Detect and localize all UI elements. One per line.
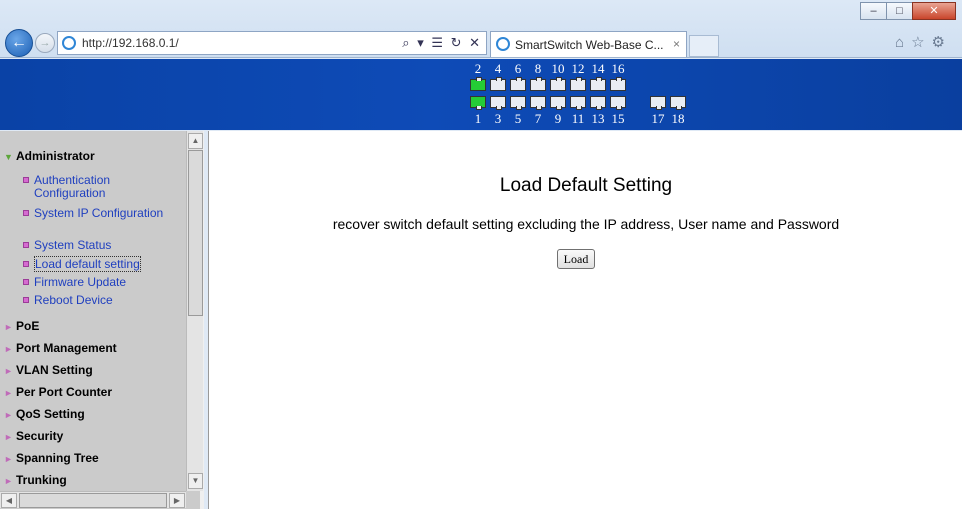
collapsed-icon: ► [4,366,13,376]
port-label-10: 10 [551,61,565,76]
port-label-4: 4 [494,61,502,76]
window-controls: – □ ✕ [860,2,956,20]
scroll-up-icon[interactable]: ▲ [188,133,203,149]
header-banner: 2 4 6 8 10 12 14 16 1 3 5 7 9 11 13 15 17 18 [0,59,962,130]
scroll-left-icon[interactable]: ◀ [1,493,17,508]
menu-security[interactable]: ► Security [4,429,63,443]
main-content: Load Default Setting recover switch defa… [208,131,962,509]
scroll-right-icon[interactable]: ▶ [169,493,185,508]
ie-icon [496,37,510,51]
sidebar: ▼ Administrator Authentication Configurat… [0,131,204,509]
browser-tab[interactable]: SmartSwitch Web-Base C... × [490,31,687,57]
load-button[interactable]: Load [557,249,595,269]
port-11[interactable] [570,96,586,110]
bullet-icon [23,177,29,183]
new-tab-button[interactable] [689,35,719,57]
port-14[interactable] [590,77,606,91]
minimize-button[interactable]: – [860,2,887,20]
back-button[interactable]: ← [5,29,33,57]
menu-item-firmware-update[interactable]: Firmware Update [23,276,179,289]
menu-item-reboot-device[interactable]: Reboot Device [23,294,179,307]
browser-chrome: – □ ✕ ← → http://192.168.0.1/ ⌕ ▾ ☰ ↻ ✕ … [0,0,962,58]
browser-toolbar-icons[interactable]: ⌂☆⚙ [895,33,952,51]
port-13[interactable] [590,96,606,110]
port-5[interactable] [510,96,526,110]
port-1[interactable] [470,96,486,110]
collapsed-icon: ► [4,410,13,420]
port-label-7: 7 [534,111,542,126]
scroll-thumb[interactable] [19,493,167,508]
port-label-17: 17 [651,111,665,126]
bullet-icon [23,210,29,216]
address-url[interactable]: http://192.168.0.1/ [82,36,179,50]
port-9[interactable] [550,96,566,110]
collapsed-icon: ► [4,454,13,464]
port-3[interactable] [490,96,506,110]
port-4[interactable] [490,77,506,91]
port-17[interactable] [650,96,666,110]
port-label-1: 1 [474,111,482,126]
menu-qos-setting[interactable]: ► QoS Setting [4,407,85,421]
ie-icon [62,36,76,50]
port-panel: 2 4 6 8 10 12 14 16 1 3 5 7 9 11 13 15 17 18 [470,61,710,127]
menu-administrator[interactable]: ▼ Administrator [4,149,95,163]
port-label-11: 11 [571,111,585,126]
collapsed-icon: ► [4,432,13,442]
bullet-icon [23,242,29,248]
menu-spanning-tree[interactable]: ► Spanning Tree [4,451,99,465]
port-6[interactable] [510,77,526,91]
collapsed-icon: ► [4,476,13,486]
port-15[interactable] [610,96,626,110]
collapsed-icon: ► [4,388,13,398]
port-label-16: 16 [611,61,625,76]
menu-item-authentication[interactable]: Authentication Configuration [23,174,179,200]
collapsed-icon: ► [4,344,13,354]
menu-port-management[interactable]: ► Port Management [4,341,117,355]
page-description: recover switch default setting excluding… [332,216,840,232]
port-label-12: 12 [571,61,585,76]
expanded-icon: ▼ [4,152,13,162]
sidebar-vertical-scrollbar[interactable]: ▲ ▼ [186,131,203,491]
port-label-13: 13 [591,111,605,126]
bullet-icon [23,261,29,267]
port-8[interactable] [530,77,546,91]
bullet-icon [23,279,29,285]
port-label-15: 15 [611,111,625,126]
sidebar-horizontal-scrollbar[interactable]: ◀ ▶ [0,491,186,508]
menu-item-system-status[interactable]: System Status [23,239,179,252]
port-label-14: 14 [591,61,605,76]
port-label-5: 5 [514,111,522,126]
forward-button[interactable]: → [35,33,55,53]
maximize-button[interactable]: □ [886,2,913,20]
menu-vlan-setting[interactable]: ► VLAN Setting [4,363,93,377]
menu-per-port-counter[interactable]: ► Per Port Counter [4,385,112,399]
bullet-icon [23,297,29,303]
port-label-2: 2 [474,61,482,76]
tab-title: SmartSwitch Web-Base C... [515,38,664,52]
port-label-18: 18 [671,111,685,126]
collapsed-icon: ► [4,322,13,332]
port-10[interactable] [550,77,566,91]
menu-item-system-ip[interactable]: System IP Configuration [23,207,179,220]
port-12[interactable] [570,77,586,91]
scroll-thumb[interactable] [188,150,203,316]
port-2[interactable] [470,77,486,91]
sidebar-menu: ▼ Administrator Authentication Configurat… [0,131,186,491]
close-window-button[interactable]: ✕ [912,2,956,20]
port-16[interactable] [610,77,626,91]
menu-poe[interactable]: ► PoE [4,319,39,333]
menu-item-load-default[interactable]: Load default setting [23,256,179,272]
port-label-3: 3 [494,111,502,126]
tab-close-icon[interactable]: × [673,37,680,51]
address-bar[interactable]: http://192.168.0.1/ ⌕ ▾ ☰ ↻ ✕ [57,31,487,55]
page-title: Load Default Setting [499,175,673,196]
port-label-8: 8 [534,61,542,76]
menu-trunking[interactable]: ► Trunking [4,473,67,487]
port-label-6: 6 [514,61,522,76]
scroll-down-icon[interactable]: ▼ [188,473,203,489]
port-label-9: 9 [554,111,562,126]
port-7[interactable] [530,96,546,110]
address-tools[interactable]: ⌕ ▾ ☰ ↻ ✕ [402,35,482,51]
port-18[interactable] [670,96,686,110]
